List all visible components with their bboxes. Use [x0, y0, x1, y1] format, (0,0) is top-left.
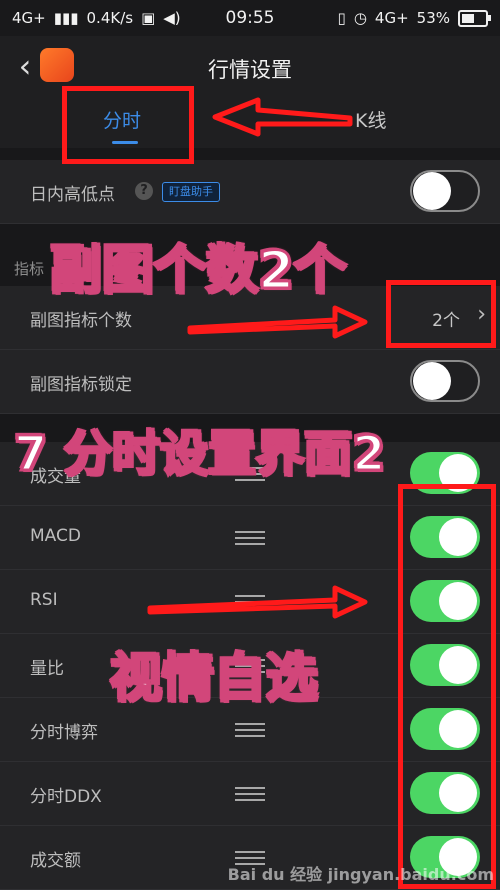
- annotation-caption: 7 分时设置界面2: [13, 425, 388, 484]
- arrow-right-icon: [147, 585, 368, 619]
- annotation-caption: 视情自选: [108, 648, 319, 711]
- arrow-left-icon: [212, 97, 353, 137]
- arrow-right-icon: [187, 305, 368, 339]
- watermark: Bai du 经验 jingyan.baidu.com: [227, 865, 494, 884]
- annotation-caption: 副图个数2个: [48, 240, 347, 303]
